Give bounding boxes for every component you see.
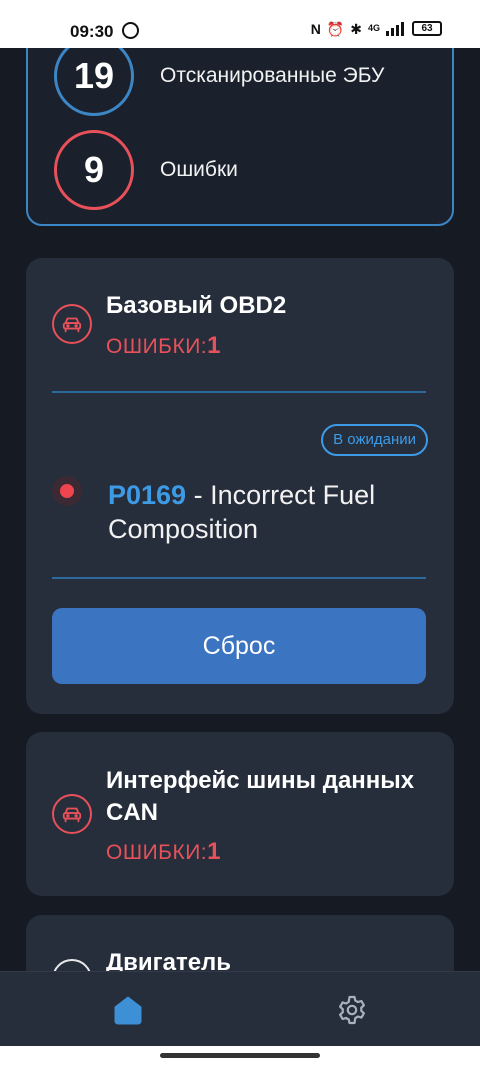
status-badge: В ожидании: [321, 424, 428, 456]
errors-label: Ошибки: [160, 158, 238, 181]
module-title: Базовый OBD2: [106, 292, 287, 319]
nfc-icon: N: [310, 20, 321, 37]
module-errors: ОШИБКИ:1: [106, 332, 221, 360]
scanned-count-circle: 19: [54, 36, 134, 116]
battery-icon: 63: [412, 21, 442, 36]
errors-value: 1: [207, 838, 221, 865]
module-errors: ОШИБКИ:1: [106, 838, 221, 866]
bottom-navigation: [0, 971, 480, 1046]
car-icon: [52, 794, 92, 834]
divider: [52, 577, 426, 579]
errors-value: 1: [207, 332, 221, 359]
divider: [52, 391, 426, 393]
alarm-icon: ⏰: [326, 20, 345, 37]
gear-icon[interactable]: [336, 994, 368, 1026]
home-icon[interactable]: [112, 994, 144, 1026]
errors-count-circle: 9: [54, 130, 134, 210]
dtc-code: P0169: [108, 480, 187, 510]
errors-stat: 9 Ошибки: [54, 130, 238, 210]
gesture-bar[interactable]: [0, 1046, 480, 1067]
reset-button[interactable]: Сброс: [52, 608, 426, 684]
module-card-can[interactable]: Интерфейс шины данных CAN ОШИБКИ:1: [26, 732, 454, 896]
module-title: Интерфейс шины данных CAN: [106, 767, 415, 826]
dtc-entry[interactable]: P0169 - Incorrect Fuel Composition: [108, 478, 438, 546]
errors-caption: ОШИБКИ:: [106, 841, 208, 864]
car-icon: [52, 304, 92, 344]
summary-card: 19 Отсканированные ЭБУ 9 Ошибки: [26, 20, 454, 226]
network-type-icon: 4G: [367, 23, 380, 33]
scanned-ecu-stat: 19 Отсканированные ЭБУ: [54, 36, 384, 116]
bluetooth-icon: ✱: [350, 20, 362, 37]
whatsapp-icon: [122, 22, 139, 39]
signal-icon: [386, 21, 404, 36]
error-dot-icon: [52, 476, 82, 506]
gesture-handle[interactable]: [160, 1053, 320, 1058]
status-icons: N ⏰ ✱ 4G 63: [311, 21, 442, 36]
status-bar: 09:30 N ⏰ ✱ 4G 63: [0, 0, 480, 48]
scanned-label: Отсканированные ЭБУ: [160, 64, 385, 87]
errors-caption: ОШИБКИ:: [106, 335, 208, 358]
module-card-obd2[interactable]: Базовый OBD2 ОШИБКИ:1 В ожидании P0169 -…: [26, 258, 454, 714]
status-time: 09:30: [70, 22, 114, 41]
